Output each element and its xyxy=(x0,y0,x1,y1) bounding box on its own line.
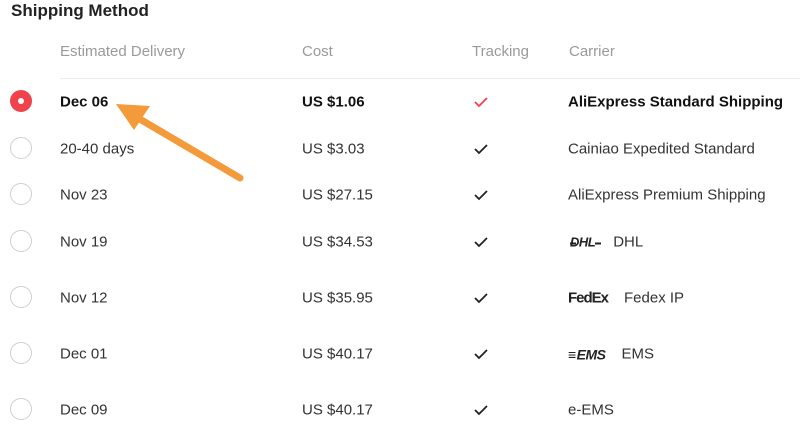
carrier-name: DHL xyxy=(613,233,644,251)
dhl-logo-icon: DHL xyxy=(570,234,602,250)
radio-button[interactable] xyxy=(10,183,32,205)
radio-button[interactable] xyxy=(10,137,32,159)
shipping-option-row[interactable]: Dec 06 US $1.06 AliExpress Standard Ship… xyxy=(0,79,800,125)
checkmark-icon xyxy=(473,404,489,416)
carrier-name: EMS xyxy=(621,345,655,363)
carrier-cell: FedEx Fedex IP xyxy=(568,290,684,307)
checkmark-icon xyxy=(473,143,489,155)
column-header-delivery: Estimated Delivery xyxy=(60,43,186,60)
radio-button[interactable] xyxy=(10,342,32,364)
shipping-cost: US $40.17 xyxy=(302,345,373,363)
checkmark-icon xyxy=(473,236,489,248)
shipping-option-row[interactable]: Dec 01 US $40.17 EMS EMS xyxy=(0,331,800,377)
delivery-date: Dec 01 xyxy=(60,345,108,363)
shipping-option-row[interactable]: Nov 23 US $27.15 AliExpress Premium Ship… xyxy=(0,172,800,218)
delivery-date: Nov 12 xyxy=(60,289,108,307)
checkmark-icon xyxy=(473,96,489,108)
column-header-cost: Cost xyxy=(302,43,333,60)
column-header-tracking: Tracking xyxy=(472,43,529,60)
checkmark-icon xyxy=(473,348,489,360)
shipping-option-row[interactable]: Nov 12 US $35.95 FedEx Fedex IP xyxy=(0,275,800,321)
shipping-option-row[interactable]: 20-40 days US $3.03 Cainiao Expedited St… xyxy=(0,126,800,172)
checkmark-icon xyxy=(473,189,489,201)
section-title: Shipping Method xyxy=(11,1,149,20)
shipping-cost: US $40.17 xyxy=(302,401,373,419)
carrier-name: AliExpress Standard Shipping xyxy=(568,93,784,111)
radio-button[interactable] xyxy=(10,230,32,252)
fedex-logo-icon: FedEx xyxy=(568,289,609,307)
shipping-option-row[interactable]: Dec 09 US $40.17 e-EMS xyxy=(0,387,800,433)
shipping-cost: US $34.53 xyxy=(302,233,373,251)
carrier-cell: DHL DHL xyxy=(568,234,643,251)
radio-button-selected[interactable] xyxy=(10,90,32,112)
delivery-date: Dec 09 xyxy=(60,401,108,419)
shipping-cost: US $27.15 xyxy=(302,186,373,204)
shipping-cost: US $35.95 xyxy=(302,289,373,307)
carrier-name: Cainiao Expedited Standard xyxy=(568,140,755,158)
shipping-option-row[interactable]: Nov 19 US $34.53 DHL DHL xyxy=(0,219,800,265)
carrier-cell: EMS EMS xyxy=(568,346,654,363)
delivery-date: 20-40 days xyxy=(60,140,135,158)
ems-logo-icon: EMS xyxy=(568,346,606,362)
column-header-carrier: Carrier xyxy=(569,43,615,60)
delivery-date: Nov 23 xyxy=(60,186,108,204)
delivery-date: Nov 19 xyxy=(60,233,108,251)
delivery-date: Dec 06 xyxy=(60,93,109,111)
carrier-name: AliExpress Premium Shipping xyxy=(568,186,766,204)
radio-button[interactable] xyxy=(10,398,32,420)
shipping-cost: US $1.06 xyxy=(302,93,365,111)
carrier-name: e-EMS xyxy=(568,401,614,419)
checkmark-icon xyxy=(473,292,489,304)
shipping-cost: US $3.03 xyxy=(302,140,365,158)
radio-button[interactable] xyxy=(10,286,32,308)
carrier-name: Fedex IP xyxy=(624,289,685,307)
